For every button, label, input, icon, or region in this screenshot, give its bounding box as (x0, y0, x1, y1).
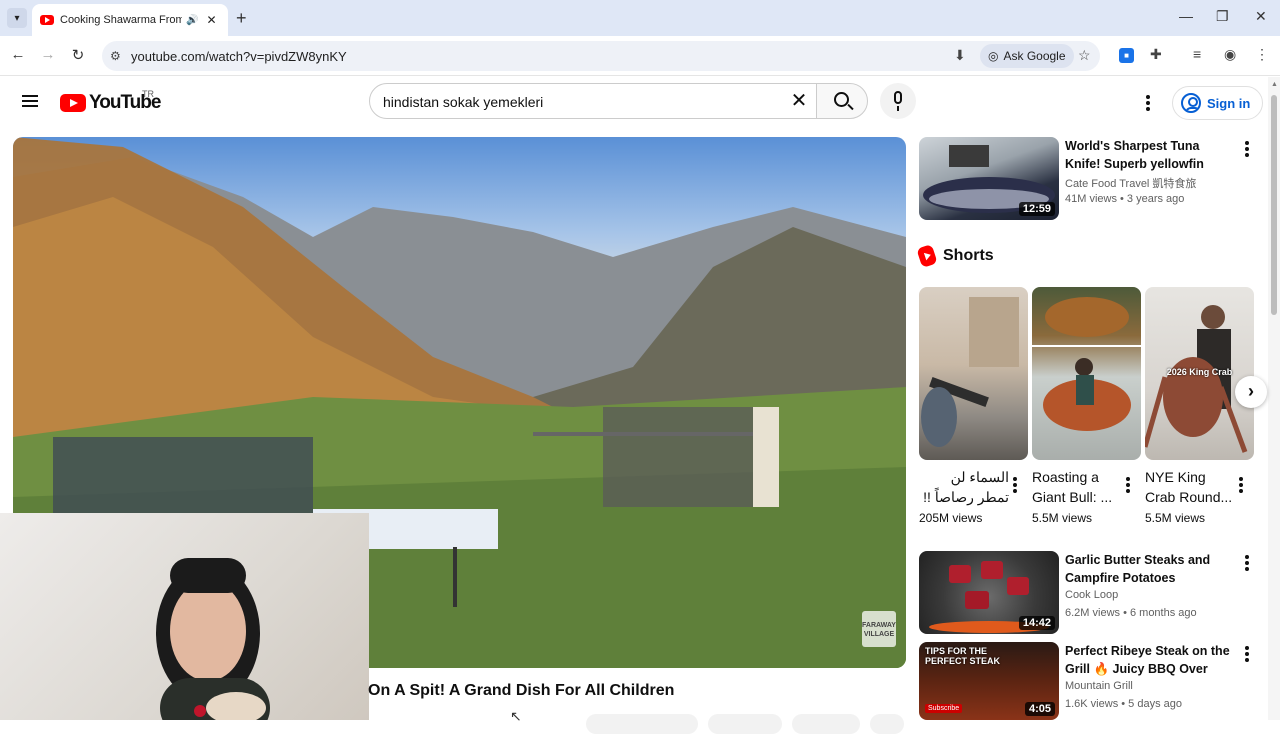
ask-google-button[interactable]: ◎ Ask Google (980, 44, 1074, 68)
video-meta: 6.2M views • 6 months ago (1065, 607, 1197, 619)
video-duration: 4:05 (1024, 702, 1055, 716)
sign-in-button[interactable]: Sign in (1172, 86, 1264, 120)
account-circle-icon (1181, 93, 1201, 113)
profile-icon[interactable]: ◉ (1224, 46, 1236, 63)
bookmark-star-icon[interactable]: ☆ (1078, 47, 1091, 64)
recommendation-item[interactable]: 14:42 Garlic Butter Steaks and Campfire … (919, 551, 1254, 641)
short-views: 205M views (919, 511, 983, 525)
google-lens-icon: ◎ (988, 49, 999, 63)
recommendation-item[interactable]: TIPS FOR THE PERFECT STEAK Subscribe 4:0… (919, 642, 1254, 720)
speaker-icon[interactable]: 🔊 (186, 15, 198, 26)
shorts-heading: Shorts (943, 247, 994, 264)
short-thumbnail[interactable]: 2026 King Crab (1145, 287, 1254, 460)
video-thumbnail[interactable]: 14:42 (919, 551, 1059, 634)
browser-tab-active[interactable]: Cooking Shawarma From A 🔊 ✕ (32, 4, 228, 36)
video-duration: 12:59 (1018, 202, 1055, 216)
media-controls-icon[interactable]: ≡ (1193, 46, 1201, 62)
recommendation-item[interactable]: 12:59 World's Sharpest Tuna Knife! Super… (919, 137, 1254, 227)
url-text[interactable]: youtube.com/watch?v=pivdZW8ynKY (131, 49, 347, 64)
short-views: 5.5M views (1032, 511, 1093, 525)
shorts-logo-icon (916, 244, 938, 268)
extensions-puzzle-icon[interactable]: ✚ (1150, 46, 1162, 63)
tab-title: Cooking Shawarma From A (60, 14, 182, 26)
search-button[interactable] (816, 83, 868, 119)
scroll-up-arrow-icon[interactable]: ▲ (1271, 81, 1278, 88)
more-actions-button[interactable] (870, 714, 904, 734)
channel-watermark[interactable]: FARAWAY VILLAGE (862, 611, 896, 647)
address-bar[interactable]: ⚙ youtube.com/watch?v=pivdZW8ynKY ⬇ ◎ As… (102, 41, 1100, 71)
video-thumbnail[interactable]: 12:59 (919, 137, 1059, 220)
short-thumbnail[interactable] (1032, 287, 1141, 460)
more-options-icon[interactable] (1245, 141, 1249, 159)
settings-more-icon[interactable] (1146, 95, 1150, 113)
tab-close-icon[interactable]: ✕ (206, 13, 216, 27)
video-duration: 14:42 (1018, 616, 1055, 630)
more-options-icon[interactable] (1245, 555, 1249, 573)
tab-search-chevron-icon[interactable]: ▾ (7, 8, 27, 28)
video-title[interactable]: Perfect Ribeye Steak on the Grill 🔥 Juic… (1065, 642, 1235, 678)
webcam-person-figure (156, 558, 270, 720)
search-input[interactable]: hindistan sokak yemekleri ✕ (369, 83, 817, 119)
search-query-text[interactable]: hindistan sokak yemekleri (383, 94, 543, 110)
thumbnail-overlay-text: TIPS FOR THE PERFECT STEAK (925, 646, 1001, 666)
browser-menu-icon[interactable]: ⋮ (1255, 46, 1269, 63)
extension-badge-icon[interactable]: ■ (1119, 48, 1134, 63)
more-options-icon[interactable] (1239, 477, 1243, 495)
sign-in-label: Sign in (1207, 95, 1251, 111)
youtube-favicon-icon (40, 15, 54, 25)
short-thumbnail-art (921, 297, 1019, 447)
webcam-overlay (0, 513, 369, 720)
channel-name[interactable]: Cate Food Travel 凱特食旅 (1065, 175, 1196, 191)
microphone-stand (897, 106, 899, 111)
new-tab-button[interactable]: + (236, 8, 247, 28)
channel-name[interactable]: Mountain Grill (1065, 680, 1133, 692)
page-scrollbar[interactable]: ▲ (1268, 77, 1280, 720)
mouse-cursor-icon: ↖ (510, 708, 522, 724)
minimize-icon[interactable]: — (1179, 8, 1193, 24)
video-meta: 41M views • 3 years ago (1065, 193, 1185, 205)
close-window-icon[interactable]: ✕ (1255, 8, 1267, 25)
video-meta: 1.6K views • 5 days ago (1065, 698, 1182, 710)
more-options-icon[interactable] (1126, 477, 1130, 495)
channel-name[interactable]: Cook Loop (1065, 589, 1118, 601)
video-title: On A Spit! A Grand Dish For All Children (368, 682, 675, 699)
hamburger-menu-icon[interactable] (22, 95, 38, 107)
search-icon (834, 92, 849, 107)
short-title[interactable]: Roasting a Giant Bull: ... (1032, 467, 1122, 507)
ask-google-label: Ask Google (1003, 49, 1066, 63)
reload-icon[interactable]: ↻ (68, 46, 88, 64)
video-thumbnail[interactable]: TIPS FOR THE PERFECT STEAK Subscribe 4:0… (919, 642, 1059, 720)
browser-toolbar: ← → ↻ ⚙ youtube.com/watch?v=pivdZW8ynKY … (0, 36, 1280, 76)
short-thumbnail-label: 2026 King Crab (1166, 367, 1233, 377)
restore-window-icon[interactable]: ❐ (1216, 8, 1229, 25)
voice-search-button[interactable] (880, 83, 916, 119)
short-thumbnail[interactable] (919, 287, 1028, 460)
country-code: TR (142, 89, 154, 99)
clear-search-icon[interactable]: ✕ (788, 90, 810, 112)
youtube-play-logo-icon (60, 94, 86, 112)
shorts-next-chevron-icon[interactable]: › (1235, 376, 1267, 408)
install-app-icon[interactable]: ⬇ (954, 47, 966, 64)
download-button[interactable] (792, 714, 860, 734)
more-options-icon[interactable] (1013, 477, 1017, 495)
scrollbar-thumb[interactable] (1271, 95, 1277, 315)
short-title[interactable]: السماء لن تمطر رصاصاً !! (919, 467, 1009, 507)
microphone-icon (894, 91, 902, 104)
back-arrow-icon[interactable]: ← (8, 46, 28, 63)
more-options-icon[interactable] (1245, 646, 1249, 664)
short-views: 5.5M views (1145, 511, 1206, 525)
site-info-icon[interactable]: ⚙ (110, 49, 121, 63)
subscribe-badge: Subscribe (925, 704, 963, 713)
video-title[interactable]: Garlic Butter Steaks and Campfire Potato… (1065, 551, 1235, 587)
youtube-header: YouTube TR hindistan sokak yemekleri ✕ S… (0, 77, 1268, 127)
share-button[interactable] (708, 714, 782, 734)
short-thumbnail-art (1032, 297, 1141, 431)
video-title[interactable]: World's Sharpest Tuna Knife! Superb yell… (1065, 137, 1235, 173)
shorts-section-header: Shorts (916, 244, 994, 268)
browser-tab-bar: ▾ Cooking Shawarma From A 🔊 ✕ + — ❐ ✕ (0, 0, 1280, 36)
like-dislike-button[interactable] (586, 714, 698, 734)
forward-arrow-icon[interactable]: → (38, 46, 58, 63)
short-title[interactable]: NYE King Crab Round... (1145, 467, 1235, 507)
